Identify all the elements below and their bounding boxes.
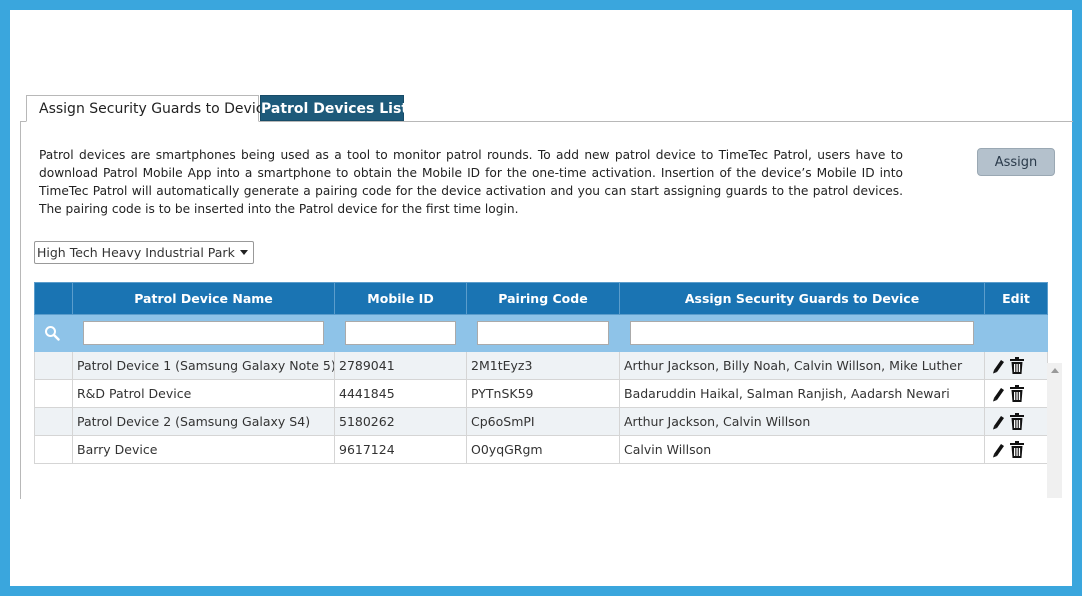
filter-pairing-code-input[interactable]	[477, 321, 609, 345]
edit-actions-cell	[984, 351, 1048, 380]
table-row[interactable]: Patrol Device 1 (Samsung Galaxy Note 5) 2…	[34, 351, 1048, 380]
scrollbar[interactable]	[1047, 363, 1062, 498]
scroll-up-arrow-icon[interactable]	[1051, 368, 1059, 373]
mobile-id-cell: 2789041	[334, 351, 467, 380]
filter-device-name-cell	[72, 314, 335, 352]
pencil-icon[interactable]	[991, 358, 1005, 374]
header-pairing-code[interactable]: Pairing Code	[466, 282, 620, 315]
filter-device-name-input[interactable]	[83, 321, 324, 345]
table-row[interactable]: Patrol Device 2 (Samsung Galaxy S4) 51802…	[34, 407, 1048, 436]
assigned-guards-link[interactable]: Calvin Willson	[619, 435, 985, 464]
site-select[interactable]: High Tech Heavy Industrial Park	[34, 241, 254, 264]
site-select-value: High Tech Heavy Industrial Park	[37, 245, 235, 260]
search-cell	[34, 314, 73, 352]
row-select-cell[interactable]	[34, 407, 73, 436]
header-select	[34, 282, 73, 315]
search-icon[interactable]	[44, 325, 60, 341]
tab-assign-guards[interactable]: Assign Security Guards to Device	[26, 95, 272, 122]
pairing-code-cell: 2M1tEyz3	[466, 351, 620, 380]
header-mobile-id[interactable]: Mobile ID	[334, 282, 467, 315]
pairing-code-cell: Cp6oSmPI	[466, 407, 620, 436]
trash-icon[interactable]	[1009, 357, 1025, 374]
pencil-icon[interactable]	[991, 442, 1005, 458]
filter-guards-cell	[619, 314, 985, 352]
assigned-guards-link[interactable]: Arthur Jackson, Calvin Willson	[619, 407, 985, 436]
table-row[interactable]: R&D Patrol Device 4441845 PYTnSK59 Badarudd…	[34, 379, 1048, 408]
mobile-id-cell: 5180262	[334, 407, 467, 436]
row-select-cell[interactable]	[34, 435, 73, 464]
assigned-guards-link[interactable]: Arthur Jackson, Billy Noah, Calvin Wills…	[619, 351, 985, 380]
assign-button[interactable]: Assign	[977, 148, 1055, 176]
filter-mobile-id-input[interactable]	[345, 321, 456, 345]
table-header-row: Patrol Device Name Mobile ID Pairing Cod…	[34, 282, 1048, 315]
row-select-cell[interactable]	[34, 351, 73, 380]
filter-guards-input[interactable]	[630, 321, 974, 345]
edit-actions-cell	[984, 379, 1048, 408]
header-edit: Edit	[984, 282, 1048, 315]
assigned-guards-link[interactable]: Badaruddin Haikal, Salman Ranjish, Aadar…	[619, 379, 985, 408]
app-frame: Assign Security Guards to Device Patrol …	[10, 10, 1073, 586]
device-name-cell: Barry Device	[72, 435, 335, 464]
device-name-cell: Patrol Device 1 (Samsung Galaxy Note 5)	[72, 351, 335, 380]
trash-icon[interactable]	[1009, 413, 1025, 430]
device-name-cell: Patrol Device 2 (Samsung Galaxy S4)	[72, 407, 335, 436]
mobile-id-cell: 4441845	[334, 379, 467, 408]
device-name-cell: R&D Patrol Device	[72, 379, 335, 408]
header-assigned-guards[interactable]: Assign Security Guards to Device	[619, 282, 985, 315]
tab-patrol-devices-list[interactable]: Patrol Devices List	[260, 95, 408, 121]
edit-actions-cell	[984, 407, 1048, 436]
filter-row	[34, 314, 1048, 352]
caret-down-icon	[240, 250, 248, 255]
pencil-icon[interactable]	[991, 414, 1005, 430]
edit-actions-cell	[984, 435, 1048, 464]
trash-icon[interactable]	[1009, 441, 1025, 458]
row-select-cell[interactable]	[34, 379, 73, 408]
table-row[interactable]: Barry Device 9617124 O0yqGRgm Calvin Willso…	[34, 435, 1048, 464]
pairing-code-cell: O0yqGRgm	[466, 435, 620, 464]
pairing-code-cell: PYTnSK59	[466, 379, 620, 408]
header-device-name[interactable]: Patrol Device Name	[72, 282, 335, 315]
mobile-id-cell: 9617124	[334, 435, 467, 464]
filter-mobile-id-cell	[334, 314, 467, 352]
filter-edit-cell	[984, 314, 1048, 352]
description-text: Patrol devices are smartphones being use…	[39, 148, 903, 216]
trash-icon[interactable]	[1009, 385, 1025, 402]
filter-pairing-code-cell	[466, 314, 620, 352]
devices-table: Patrol Device Name Mobile ID Pairing Cod…	[34, 282, 1048, 464]
pencil-icon[interactable]	[991, 386, 1005, 402]
